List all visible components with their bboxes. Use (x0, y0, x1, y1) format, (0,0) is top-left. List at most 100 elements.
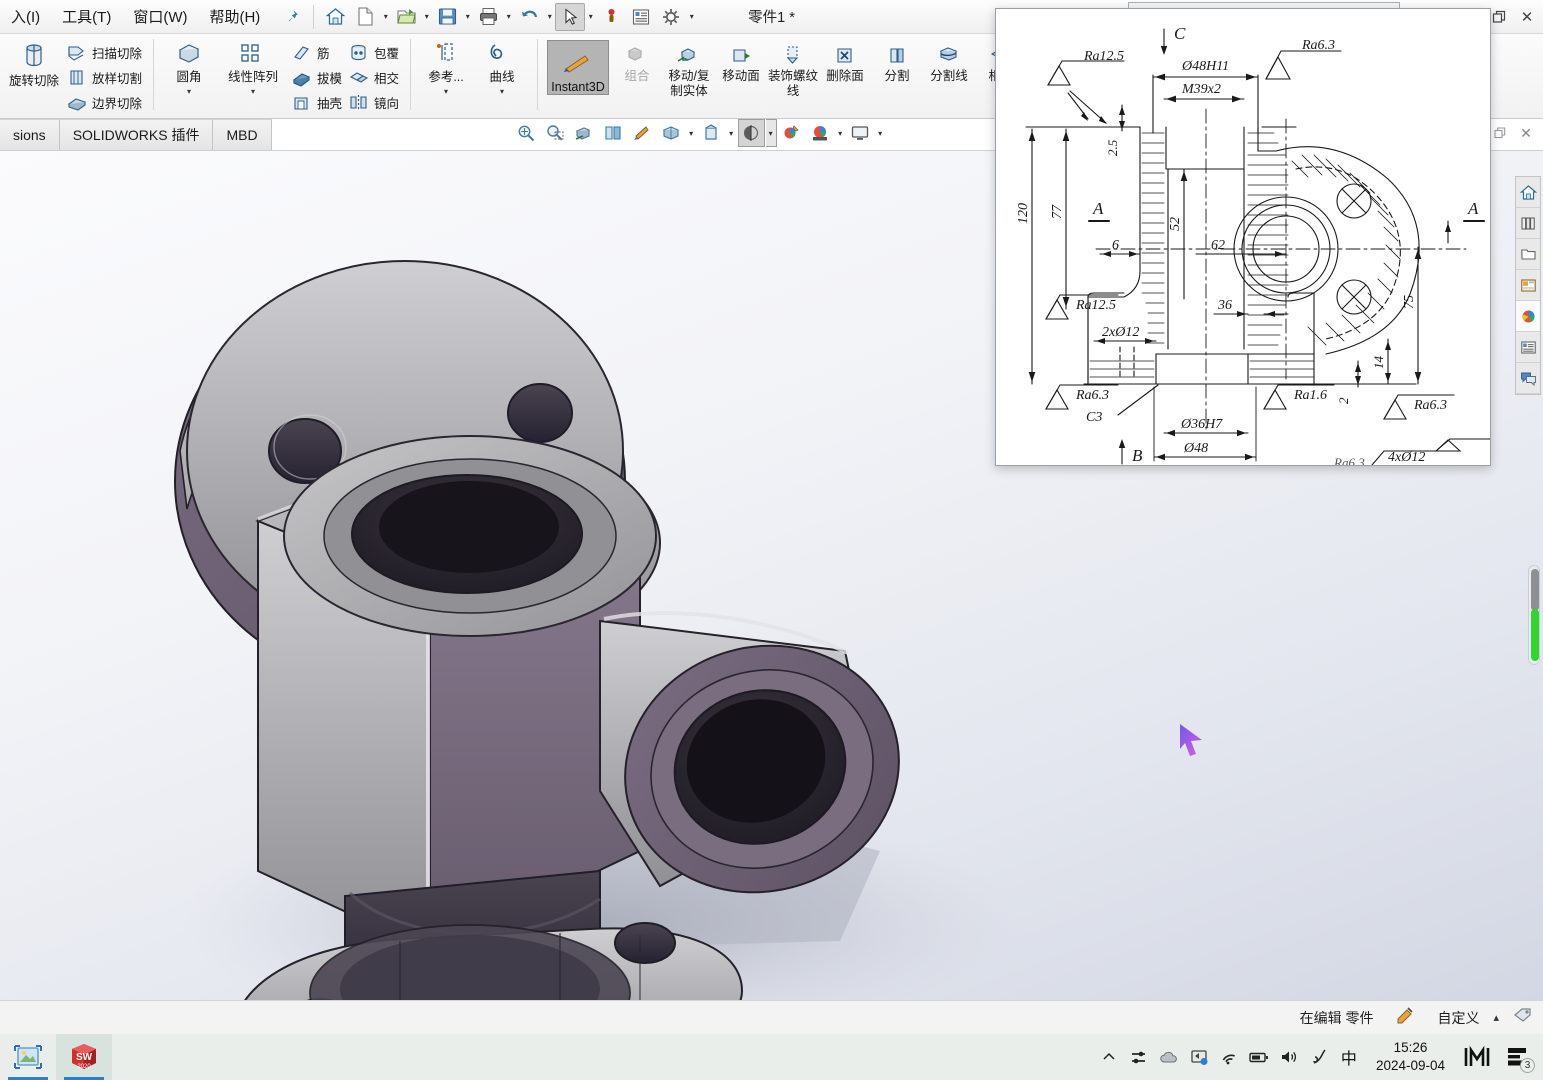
viewport-dropdown[interactable]: ▾ (875, 119, 886, 147)
cosmetic-thread-button[interactable]: 装饰螺纹线 (767, 37, 819, 99)
split-button[interactable]: 分割 (871, 37, 923, 84)
show-hidden-icons-chevron[interactable] (1094, 1034, 1124, 1080)
mirror-label: 镜向 (374, 97, 400, 111)
volume-icon[interactable] (1274, 1034, 1304, 1080)
fillet-button[interactable]: 圆角 ▾ (161, 37, 217, 96)
wrap-button[interactable]: 包覆 (346, 40, 403, 65)
options-dropdown[interactable]: ▾ (686, 3, 697, 31)
open-document-icon[interactable] (391, 3, 421, 31)
draft-button[interactable]: 拔模 (289, 65, 346, 90)
swept-cut-button[interactable]: 扫描切除 (64, 40, 146, 65)
network-adapter-icon[interactable] (1124, 1034, 1154, 1080)
move-face-button[interactable]: 移动面 (715, 37, 767, 84)
technical-drawing-window[interactable]: C B Ra12.5 Ra6.3 Ø48H11 M39x2 2.5 120 77… (995, 8, 1491, 466)
battery-icon[interactable] (1244, 1034, 1274, 1080)
design-library-icon[interactable] (1516, 208, 1540, 239)
edit-appearance-icon[interactable] (698, 119, 725, 147)
hide-show-items-icon[interactable] (658, 119, 685, 147)
rebuild-icon[interactable] (596, 3, 626, 31)
view-orientation-icon[interactable] (600, 119, 627, 147)
reference-geometry-dropdown[interactable]: ▾ (444, 87, 448, 96)
delete-face-button[interactable]: 删除面 (819, 37, 871, 84)
save-dropdown[interactable]: ▾ (462, 3, 473, 31)
forum-icon[interactable] (1516, 363, 1540, 394)
options-gear-icon[interactable] (656, 3, 686, 31)
undo-dropdown[interactable]: ▾ (544, 3, 555, 31)
wrap-icon (351, 44, 366, 61)
render-tools-icon[interactable] (807, 119, 834, 147)
valve-body-part[interactable] (0, 151, 1100, 1000)
action-center-icon[interactable]: 3 (1497, 1034, 1537, 1080)
tab-dimxpert[interactable]: sions (0, 119, 60, 150)
taskbar-clock[interactable]: 15:26 2024-09-04 (1364, 1039, 1457, 1075)
menu-window[interactable]: 窗口(W) (122, 2, 198, 31)
tab-mbd[interactable]: MBD (213, 119, 272, 150)
curves-dropdown[interactable]: ▾ (500, 87, 504, 96)
tag-icon[interactable] (1513, 1006, 1543, 1029)
edit-appearance-dropdown[interactable]: ▾ (726, 119, 737, 147)
shell-button[interactable]: 抽壳 (289, 90, 346, 115)
select-cursor-icon[interactable] (555, 2, 586, 31)
window-controls: ✕ (1485, 0, 1541, 34)
mirror-button[interactable]: 镜向 (346, 90, 403, 115)
ime-chinese-icon[interactable]: 中 (1334, 1034, 1364, 1080)
undo-icon[interactable] (514, 3, 544, 31)
close-button[interactable]: ✕ (1513, 3, 1541, 31)
photos-app-icon[interactable] (0, 1034, 56, 1080)
reference-geometry-button[interactable]: 参考... ▾ (418, 37, 474, 96)
rib-label: 筋 (317, 47, 330, 61)
zoom-to-area-icon[interactable] (542, 119, 569, 147)
split-line-button[interactable]: 分割线 (923, 37, 975, 84)
combine-button[interactable]: 组合 (611, 37, 663, 84)
section-view-icon[interactable] (571, 119, 598, 147)
pin-icon[interactable] (281, 7, 301, 27)
meet-now-icon[interactable] (1457, 1034, 1497, 1080)
inner-close-button[interactable]: ✕ (1513, 121, 1539, 145)
menu-insert[interactable]: 入(I) (0, 2, 51, 31)
zoom-to-fit-icon[interactable] (513, 119, 540, 147)
screen-capture-icon[interactable] (1184, 1034, 1214, 1080)
appearances-scenes-icon[interactable] (1516, 301, 1540, 332)
view-settings-icon[interactable] (778, 119, 805, 147)
file-properties-icon[interactable] (626, 3, 656, 31)
revolved-cut-button[interactable]: 旋转切除 (4, 37, 64, 89)
svg-text:Ra6.3: Ra6.3 (1333, 455, 1365, 466)
intersect-button[interactable]: 相交 (346, 65, 403, 90)
open-document-dropdown[interactable]: ▾ (421, 3, 432, 31)
customize-label[interactable]: 自定义 (1437, 1008, 1479, 1028)
boundary-cut-button[interactable]: 边界切除 (64, 90, 146, 115)
tab-solidworks-addins[interactable]: SOLIDWORKS 插件 (59, 119, 214, 150)
viewport-icon[interactable] (847, 119, 874, 147)
curves-button[interactable]: 曲线 ▾ (474, 37, 530, 96)
onedrive-cloud-icon[interactable] (1154, 1034, 1184, 1080)
linear-pattern-button[interactable]: 线性阵列 ▾ (217, 37, 289, 96)
new-document-icon[interactable] (350, 3, 380, 31)
menu-help[interactable]: 帮助(H) (198, 2, 271, 31)
display-style-icon[interactable] (629, 119, 656, 147)
render-tools-dropdown[interactable]: ▾ (835, 119, 846, 147)
ime-pen-icon[interactable] (1304, 1034, 1334, 1080)
print-dropdown[interactable]: ▾ (503, 3, 514, 31)
custom-properties-icon[interactable] (1516, 332, 1540, 363)
new-document-dropdown[interactable]: ▾ (380, 3, 391, 31)
home-icon[interactable] (320, 3, 350, 31)
wifi-icon[interactable] (1214, 1034, 1244, 1080)
solidworks-2020-icon[interactable]: SW 2020 (56, 1034, 112, 1080)
select-dropdown[interactable]: ▾ (585, 3, 596, 31)
save-icon[interactable] (432, 3, 462, 31)
print-icon[interactable] (473, 3, 503, 31)
instant3d-button[interactable]: Instant3D (547, 40, 610, 95)
move-copy-body-button[interactable]: 移动/复制实体 (663, 37, 715, 99)
fillet-dropdown[interactable]: ▾ (187, 87, 191, 96)
apply-scene-dropdown[interactable]: ▾ (765, 119, 777, 147)
apply-scene-icon[interactable] (737, 119, 765, 147)
rib-button[interactable]: 筋 (289, 40, 346, 65)
view-palette-icon[interactable] (1516, 270, 1540, 301)
file-explorer-icon[interactable] (1516, 239, 1540, 270)
menu-tools[interactable]: 工具(T) (51, 2, 122, 31)
customize-arrow[interactable]: ▴ (1493, 1011, 1499, 1024)
linear-pattern-dropdown[interactable]: ▾ (251, 87, 255, 96)
hide-show-items-dropdown[interactable]: ▾ (686, 119, 697, 147)
lofted-cut-button[interactable]: 放样切割 (64, 65, 146, 90)
sw-resources-home-icon[interactable] (1516, 177, 1540, 208)
